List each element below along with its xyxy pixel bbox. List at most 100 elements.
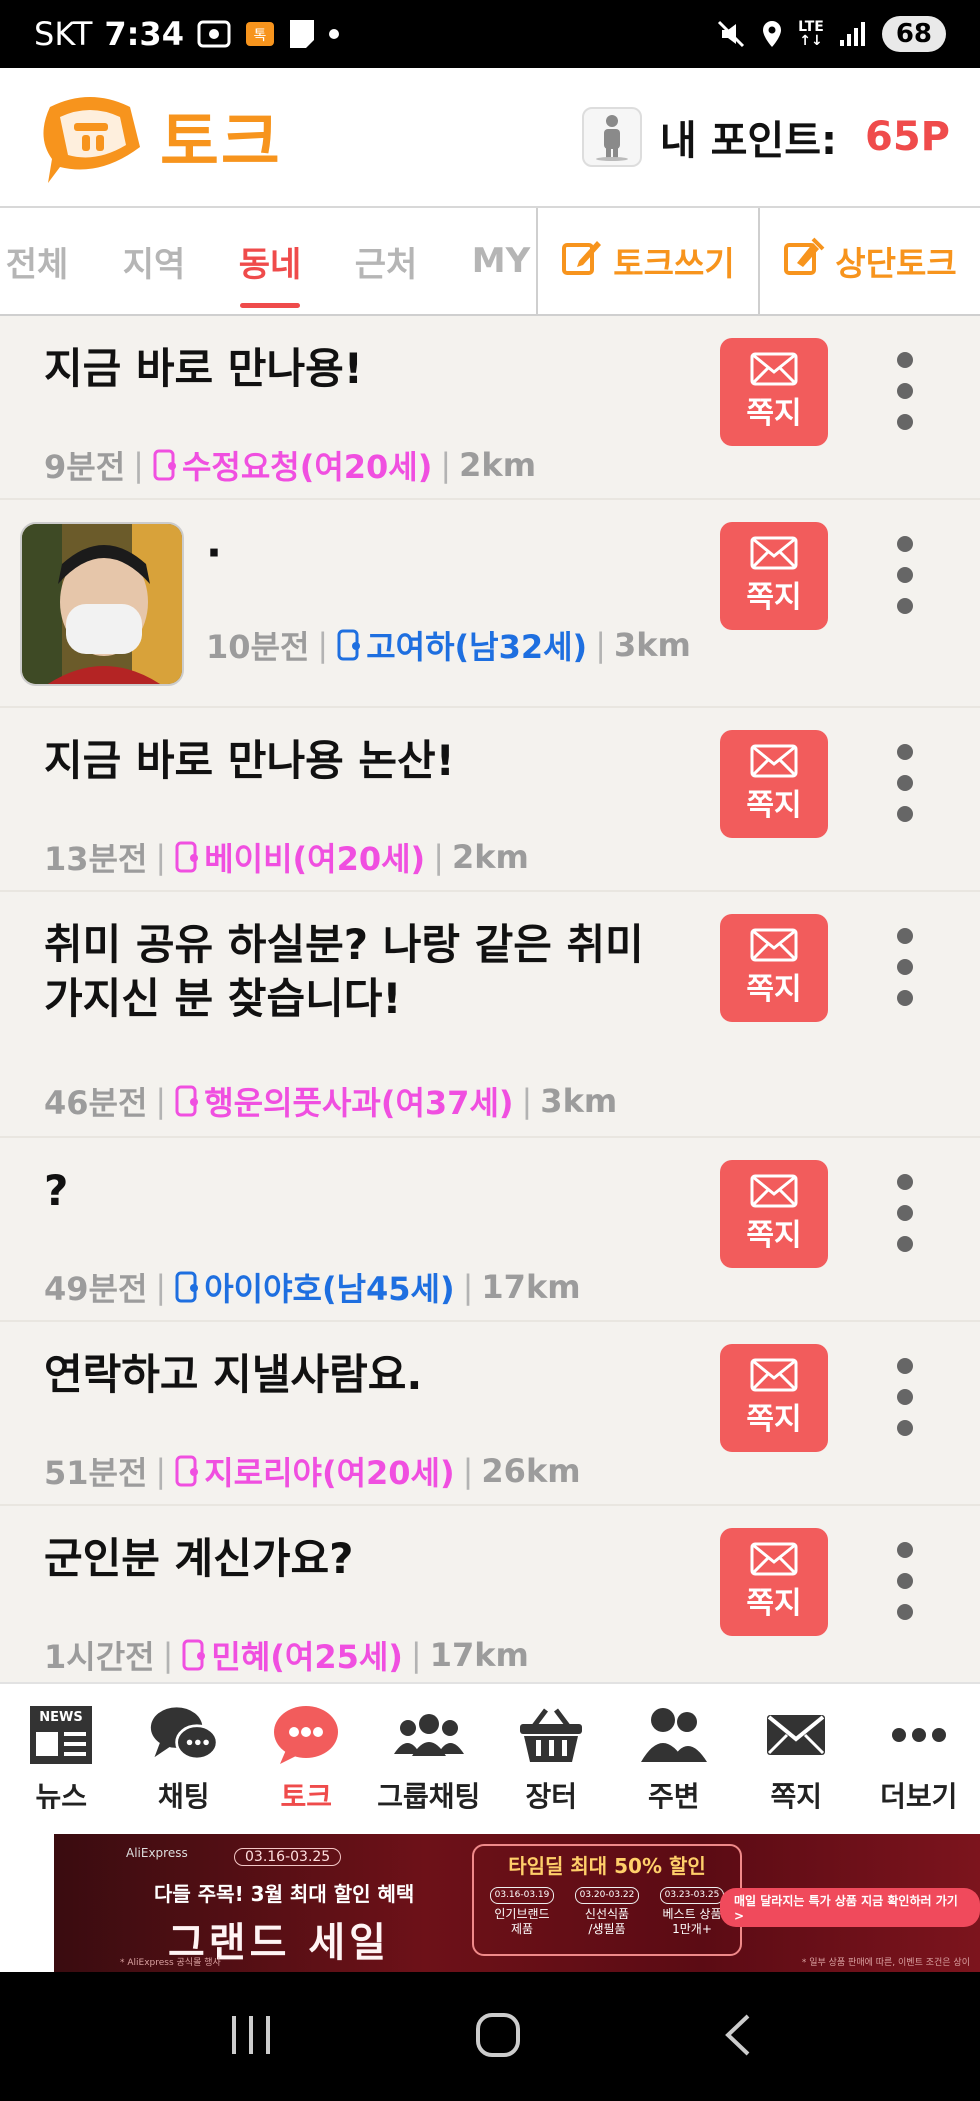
envelope-icon (750, 928, 798, 962)
envelope-icon (750, 1174, 798, 1208)
envelope-icon (750, 352, 798, 386)
send-message-button[interactable]: 쪽지 (720, 730, 828, 838)
talk-distance: 3km (540, 1082, 618, 1120)
talk-distance: 17km (481, 1268, 581, 1306)
talk-item[interactable]: 군인분 계신가요? 1시간전 | 민혜(여25세) | 17km 쪽지 (0, 1506, 980, 1682)
app-header: 토크 내 포인트: 65P (0, 68, 980, 206)
nav-chat[interactable]: 채팅 (123, 1684, 246, 1834)
profile-photo[interactable] (20, 522, 184, 686)
talk-title: 취미 공유 하실분? 나랑 같은 취미 가지신 분 찾습니다! (44, 920, 644, 1023)
notification-dot-icon (328, 17, 340, 51)
write-talk-button[interactable]: 토크쓰기 (536, 208, 758, 314)
back-icon[interactable] (722, 2012, 752, 2062)
ad-banner[interactable]: AliExpress 03.16-03.25 다들 주목! 3월 최대 할인 혜… (0, 1834, 980, 1972)
talk-nickname[interactable]: 아이야호(남45세) (174, 1264, 455, 1310)
top-talk-button[interactable]: 상단토크 (758, 208, 980, 314)
more-options-icon[interactable] (890, 1352, 920, 1442)
send-message-button[interactable]: 쪽지 (720, 1344, 828, 1452)
more-options-icon[interactable] (890, 922, 920, 1012)
ad-chip: 03.20-03.22 신선식품/생필품 (567, 1886, 647, 1937)
talk-title: 연락하고 지낼사람요. (44, 1350, 423, 1399)
app-logo[interactable]: 토크 (30, 87, 282, 187)
nav-market[interactable]: 장터 (490, 1684, 613, 1834)
talk-meta: 9분전 | 수정요청(여20세) | 2km (44, 442, 536, 488)
tab-region[interactable]: 지역 (74, 208, 234, 314)
talk-time: 1시간전 (44, 1638, 155, 1676)
talk-nickname[interactable]: 베이비(여20세) (174, 834, 425, 880)
svg-text:톡: 톡 (254, 28, 267, 44)
tab-neighborhood[interactable]: 동네 (234, 208, 306, 314)
nav-news[interactable]: NEWS 뉴스 (0, 1684, 123, 1834)
more-options-icon[interactable] (890, 346, 920, 436)
more-options-icon[interactable] (890, 1536, 920, 1626)
pin-edit-icon (783, 237, 825, 285)
nav-messages[interactable]: 쪽지 (735, 1684, 858, 1834)
talk-item[interactable]: 연락하고 지낼사람요. 51분전 | 지로리야(여20세) | 26km 쪽지 (0, 1322, 980, 1506)
talk-nickname[interactable]: 지로리야(여20세) (174, 1448, 455, 1494)
tab-nearby[interactable]: 근처 (306, 208, 466, 314)
nav-more[interactable]: 더보기 (858, 1684, 980, 1834)
ad-deal-box: 타임딜 최대 50% 할인 03.16-03.19 인기브랜드 제품 03.20-0… (472, 1844, 742, 1956)
talk-item[interactable]: 지금 바로 만나용 논산! 13분전 | 베이비(여20세) | 2km 쪽지 (0, 708, 980, 892)
file-icon (288, 17, 316, 51)
talk-meta: 13분전 | 베이비(여20세) | 2km (44, 834, 529, 880)
talk-distance: 17km (429, 1636, 529, 1674)
tab-my[interactable]: MY (466, 208, 536, 314)
talk-nickname[interactable]: 민혜(여25세) (181, 1632, 403, 1678)
talk-title: 군인분 계신가요? (44, 1534, 354, 1583)
ad-note-left: * AliExpress 공식몰 행사 (120, 1958, 221, 1968)
phone-icon (182, 1639, 206, 1671)
ad-brand: AliExpress (126, 1846, 188, 1860)
ad-note: * 일부 상품 판매에 따른, 이벤트 조건은 상이 (801, 1958, 970, 1968)
profile-avatar-icon[interactable] (581, 107, 642, 167)
envelope-icon (750, 1358, 798, 1392)
more-options-icon[interactable] (890, 1168, 920, 1258)
talk-time: 9분전 (44, 448, 126, 486)
group-chat-icon (393, 1703, 464, 1767)
talk-title: ? (44, 1166, 69, 1215)
ad-date: 03.16-03.25 (234, 1848, 342, 1866)
points-area[interactable]: 내 포인트: 65P (581, 107, 950, 167)
nav-group-chat[interactable]: 그룹채팅 (368, 1684, 491, 1834)
app-notification-icon: 톡 (244, 17, 276, 51)
talk-time: 13분전 (44, 840, 148, 878)
talk-item[interactable]: 지금 바로 만나용! 9분전 | 수정요청(여20세) | 2km 쪽지 (0, 316, 980, 500)
envelope-icon (750, 744, 798, 778)
market-basket-icon (516, 1703, 586, 1767)
more-options-icon[interactable] (890, 530, 920, 620)
top-talk-label: 상단토크 (835, 244, 957, 283)
recent-apps-icon[interactable] (228, 2014, 274, 2060)
talk-time: 10분전 (206, 628, 310, 666)
home-icon[interactable] (474, 2011, 522, 2063)
lte-indicator: LTE ↑↓ (798, 19, 824, 49)
ad-cta-button[interactable]: 매일 달라지는 특가 상품 지금 확인하러 가기 > (720, 1888, 980, 1927)
talk-time: 49분전 (44, 1270, 148, 1308)
carrier-label: SKT (34, 15, 93, 53)
logo-mark-icon (30, 87, 150, 187)
talk-item[interactable]: ? 49분전 | 아이야호(남45세) | 17km 쪽지 (0, 1138, 980, 1322)
send-message-button[interactable]: 쪽지 (720, 1160, 828, 1268)
points-label: 내 포인트: (659, 118, 838, 164)
talk-nickname[interactable]: 수정요청(여20세) (152, 442, 432, 488)
talk-title: · (206, 528, 222, 577)
nav-talk[interactable]: 토크 (245, 1684, 368, 1834)
more-options-icon[interactable] (890, 738, 920, 828)
talk-item[interactable]: 취미 공유 하실분? 나랑 같은 취미 가지신 분 찾습니다! 46분전 | 행… (0, 892, 980, 1138)
app-title: 토크 (160, 106, 282, 180)
talk-distance: 3km (613, 626, 691, 664)
talk-item[interactable]: · 10분전 | 고여하(남32세) | 3km 쪽지 (0, 500, 980, 708)
nav-nearby[interactable]: 주변 (613, 1684, 736, 1834)
talk-nickname[interactable]: 행운의풋사과(여37세) (174, 1078, 514, 1124)
send-message-button[interactable]: 쪽지 (720, 522, 828, 630)
tab-all[interactable]: 전체 (0, 208, 74, 314)
talk-time: 51분전 (44, 1454, 148, 1492)
phone-icon (175, 1271, 199, 1303)
ad-subtitle: 다들 주목! 3월 최대 할인 혜택 (154, 1882, 415, 1906)
ad-content[interactable]: AliExpress 03.16-03.25 다들 주목! 3월 최대 할인 혜… (54, 1834, 980, 1972)
write-talk-label: 토크쓰기 (613, 244, 735, 283)
send-message-button[interactable]: 쪽지 (720, 914, 828, 1022)
talk-nickname[interactable]: 고여하(남32세) (336, 622, 587, 668)
send-message-button[interactable]: 쪽지 (720, 1528, 828, 1636)
phone-icon (337, 629, 361, 661)
send-message-button[interactable]: 쪽지 (720, 338, 828, 446)
